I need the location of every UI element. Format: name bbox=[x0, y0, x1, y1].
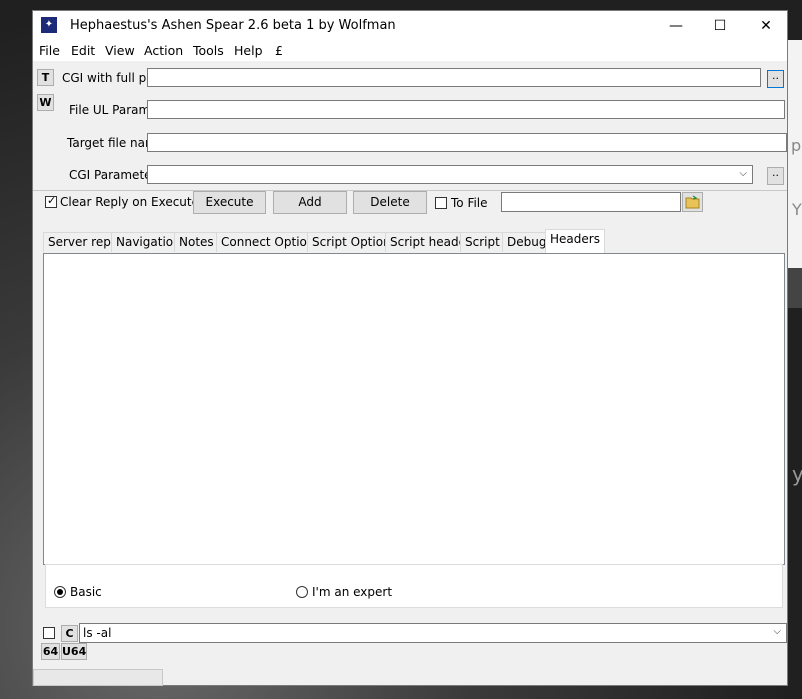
tab-script[interactable]: Script bbox=[460, 232, 505, 252]
command-value: ls -al bbox=[83, 626, 112, 640]
folder-icon bbox=[685, 195, 700, 209]
menu-tools[interactable]: Tools bbox=[193, 43, 224, 58]
chevron-down-icon[interactable]: ⌵ bbox=[739, 168, 747, 179]
cgi-path-input[interactable] bbox=[147, 68, 761, 87]
menu-file[interactable]: File bbox=[39, 43, 60, 58]
clear-reply-label: Clear Reply on Execute bbox=[60, 195, 199, 209]
menu-view[interactable]: View bbox=[105, 43, 135, 58]
command-combo[interactable]: ls -al ⌵ bbox=[79, 623, 787, 643]
status-bar-panel bbox=[33, 669, 163, 686]
folder-browse-button[interactable] bbox=[682, 192, 703, 212]
app-icon[interactable]: ✦ bbox=[41, 17, 57, 33]
window-title: Hephaestus's Ashen Spear 2.6 beta 1 by W… bbox=[70, 18, 396, 33]
clear-reply-checkbox[interactable]: ✓ bbox=[45, 194, 57, 208]
background-text: y bbox=[792, 462, 802, 486]
menu-pound[interactable]: £ bbox=[275, 43, 283, 58]
cgi-params-button[interactable]: .. bbox=[767, 167, 784, 185]
execute-button[interactable]: Execute bbox=[193, 191, 266, 214]
tab-headers[interactable]: Headers bbox=[545, 229, 605, 253]
basic-radio-label: Basic bbox=[70, 585, 102, 599]
cgi-browse-button[interactable]: .. bbox=[767, 70, 784, 88]
command-checkbox[interactable] bbox=[43, 627, 55, 639]
maximize-button[interactable]: ☐ bbox=[697, 11, 743, 41]
background-text: Y bbox=[792, 200, 802, 219]
menu-edit[interactable]: Edit bbox=[71, 43, 95, 58]
c-button[interactable]: C bbox=[61, 625, 78, 642]
add-button[interactable]: Add bbox=[273, 191, 347, 214]
checkmark-icon: ✓ bbox=[47, 194, 57, 207]
basic-radio[interactable] bbox=[54, 586, 66, 598]
app-window: ✦ Hephaestus's Ashen Spear 2.6 beta 1 by… bbox=[32, 10, 788, 686]
headers-content-area[interactable] bbox=[43, 253, 785, 565]
w-button[interactable]: W bbox=[37, 94, 54, 111]
delete-button[interactable]: Delete bbox=[353, 191, 427, 214]
base64-button[interactable]: 64 bbox=[41, 643, 60, 660]
to-file-label: To File bbox=[451, 196, 488, 210]
expert-radio[interactable] bbox=[296, 586, 308, 598]
t-button[interactable]: T bbox=[37, 69, 54, 86]
to-file-path-input[interactable] bbox=[501, 192, 681, 212]
radio-selected-dot bbox=[57, 589, 63, 595]
background-text: pl bbox=[791, 136, 802, 155]
menu-help[interactable]: Help bbox=[234, 43, 263, 58]
target-file-input[interactable] bbox=[147, 133, 787, 152]
url-base64-button[interactable]: U64 bbox=[61, 643, 87, 660]
menu-action[interactable]: Action bbox=[144, 43, 183, 58]
chevron-down-icon[interactable]: ⌵ bbox=[773, 626, 781, 637]
menu-bar: File Edit View Action Tools Help £ bbox=[33, 41, 787, 61]
to-file-checkbox[interactable] bbox=[435, 197, 447, 209]
close-button[interactable]: ✕ bbox=[743, 11, 789, 41]
mode-radio-group: Basic I'm an expert bbox=[45, 564, 783, 608]
expert-radio-label: I'm an expert bbox=[312, 585, 393, 599]
minimize-button[interactable]: — bbox=[653, 11, 699, 41]
file-ul-input[interactable] bbox=[147, 100, 785, 119]
tab-notes[interactable]: Notes bbox=[174, 232, 219, 252]
title-bar[interactable]: ✦ Hephaestus's Ashen Spear 2.6 beta 1 by… bbox=[33, 11, 787, 41]
background-window-fragment-dark bbox=[786, 268, 802, 308]
cgi-params-combo[interactable]: ⌵ bbox=[147, 165, 753, 184]
